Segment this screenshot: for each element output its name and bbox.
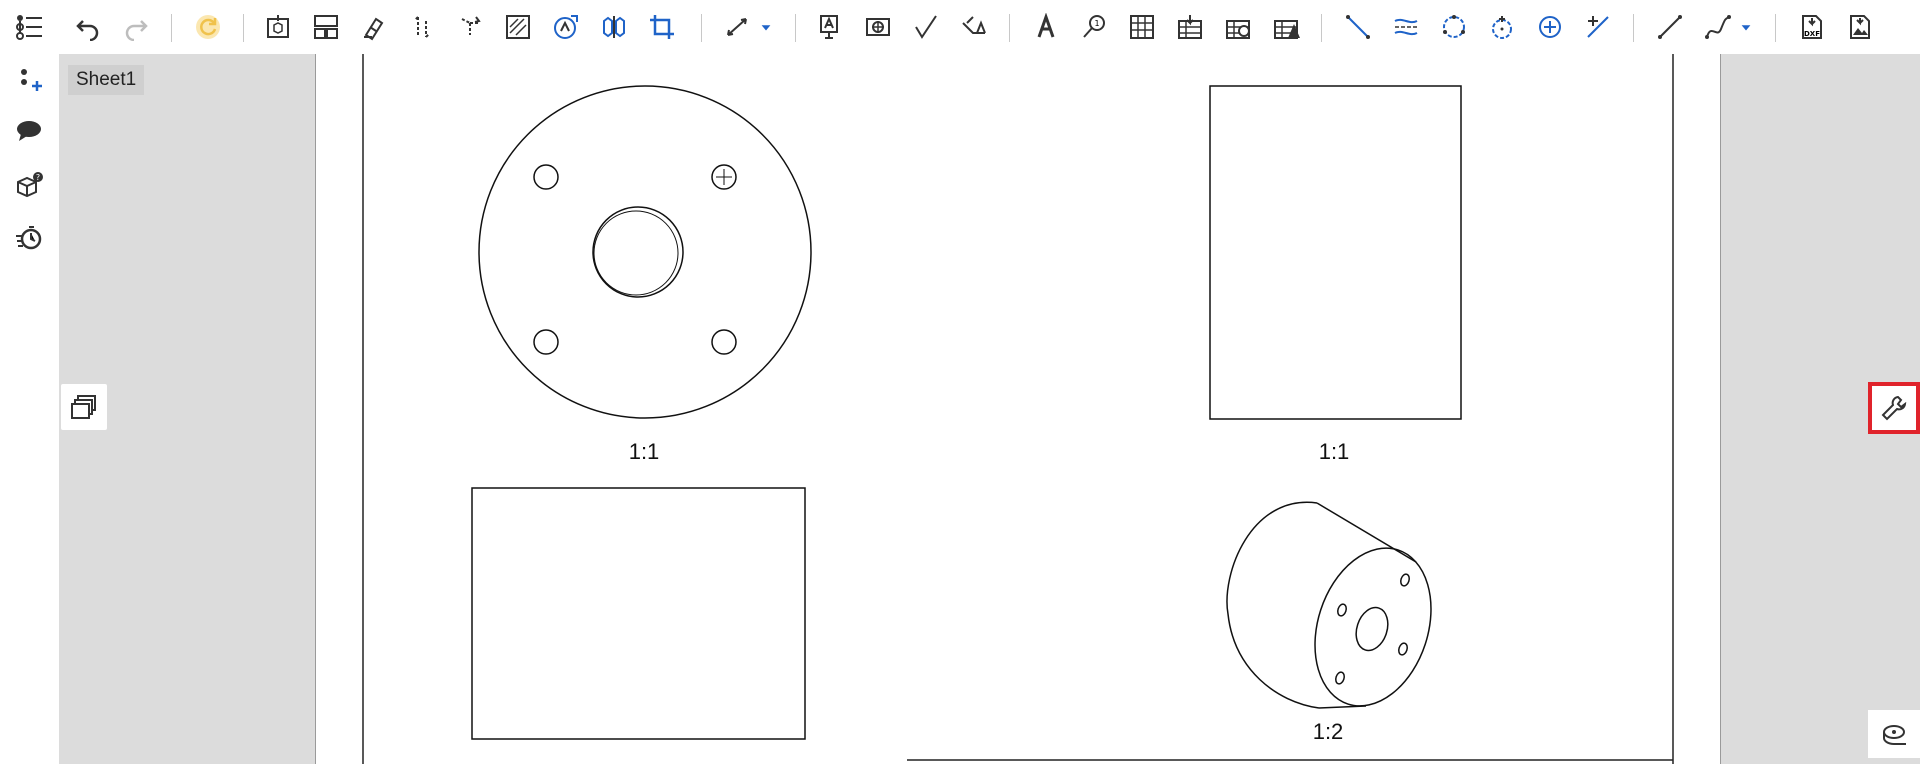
wrench-icon[interactable] <box>1868 382 1920 434</box>
svg-text:DXF: DXF <box>1804 30 1820 38</box>
auxiliary-view-icon[interactable] <box>403 8 441 46</box>
add-circle-icon[interactable] <box>1531 8 1569 46</box>
dimension-dropdown-icon[interactable] <box>754 8 778 46</box>
left-sidebar: ? <box>0 0 60 764</box>
alternate-view-icon[interactable] <box>595 8 633 46</box>
extension-line-icon[interactable] <box>1579 8 1617 46</box>
side-view[interactable] <box>1209 85 1462 420</box>
drawing-toolbar: 1 DXF <box>59 0 1920 54</box>
redo-icon[interactable] <box>117 8 155 46</box>
callout-icon[interactable]: 1 <box>1075 8 1113 46</box>
toolbar-separator <box>1633 14 1634 42</box>
toolbar-separator <box>1321 14 1322 42</box>
weld-symbol-icon[interactable] <box>955 8 993 46</box>
toolbar-separator <box>701 14 702 42</box>
comment-icon[interactable] <box>10 112 48 150</box>
projected-view-icon[interactable] <box>307 8 345 46</box>
toolbar-separator <box>795 14 796 42</box>
feature-list-icon[interactable] <box>10 8 48 46</box>
line-icon[interactable] <box>1339 8 1377 46</box>
dimension-icon[interactable] <box>719 8 757 46</box>
export-dxf-icon[interactable]: DXF <box>1793 8 1831 46</box>
bend-table-icon[interactable] <box>1219 8 1257 46</box>
spline-icon[interactable] <box>1699 8 1737 46</box>
view-scale-label: 1:2 <box>1312 719 1344 744</box>
view-scale-label: 1:1 <box>628 439 660 464</box>
update-icon[interactable] <box>189 8 227 46</box>
toolbar-separator <box>243 14 244 42</box>
toolbar-separator <box>1009 14 1010 42</box>
bom-icon[interactable] <box>1171 8 1209 46</box>
datum-icon[interactable] <box>859 8 897 46</box>
text-icon[interactable] <box>1027 8 1065 46</box>
sheet-graphics <box>362 54 1674 764</box>
section-view-icon[interactable] <box>355 8 393 46</box>
crop-view-icon[interactable] <box>643 8 681 46</box>
broken-view-icon[interactable] <box>547 8 585 46</box>
add-point-icon[interactable] <box>10 60 48 98</box>
rotated-view-icon[interactable] <box>451 8 489 46</box>
insert-view-icon[interactable] <box>259 8 297 46</box>
center-mark-icon[interactable] <box>1483 8 1521 46</box>
bolt-circle-icon[interactable] <box>1435 8 1473 46</box>
hole-table-icon[interactable] <box>1267 8 1305 46</box>
note-icon[interactable] <box>811 8 849 46</box>
sheet-views-button[interactable] <box>61 384 107 430</box>
svg-text:1: 1 <box>1094 19 1099 28</box>
detail-view-icon[interactable] <box>499 8 537 46</box>
table-icon[interactable] <box>1123 8 1161 46</box>
sheet-tab[interactable]: Sheet1 <box>68 65 145 95</box>
measure-tape-icon[interactable] <box>1868 710 1920 758</box>
undo-icon[interactable] <box>69 8 107 46</box>
svg-text:?: ? <box>36 173 40 182</box>
front-view[interactable] <box>478 85 812 419</box>
toolbar-separator <box>1775 14 1776 42</box>
centerline-icon[interactable] <box>1387 8 1425 46</box>
part-info-icon[interactable]: ? <box>10 166 48 204</box>
spline-dropdown-icon[interactable] <box>1734 8 1758 46</box>
layers-icon <box>71 395 96 419</box>
view-scale-label: 1:1 <box>1318 439 1350 464</box>
top-view[interactable] <box>471 487 806 740</box>
surface-finish-icon[interactable] <box>907 8 945 46</box>
sketch-line-icon[interactable] <box>1651 8 1689 46</box>
history-timer-icon[interactable] <box>10 218 48 256</box>
isometric-view[interactable] <box>1226 501 1450 721</box>
drawing-sheet[interactable]: 1:1 1:1 1:2 <box>315 54 1721 764</box>
toolbar-separator <box>171 14 172 42</box>
export-image-icon[interactable] <box>1841 8 1879 46</box>
